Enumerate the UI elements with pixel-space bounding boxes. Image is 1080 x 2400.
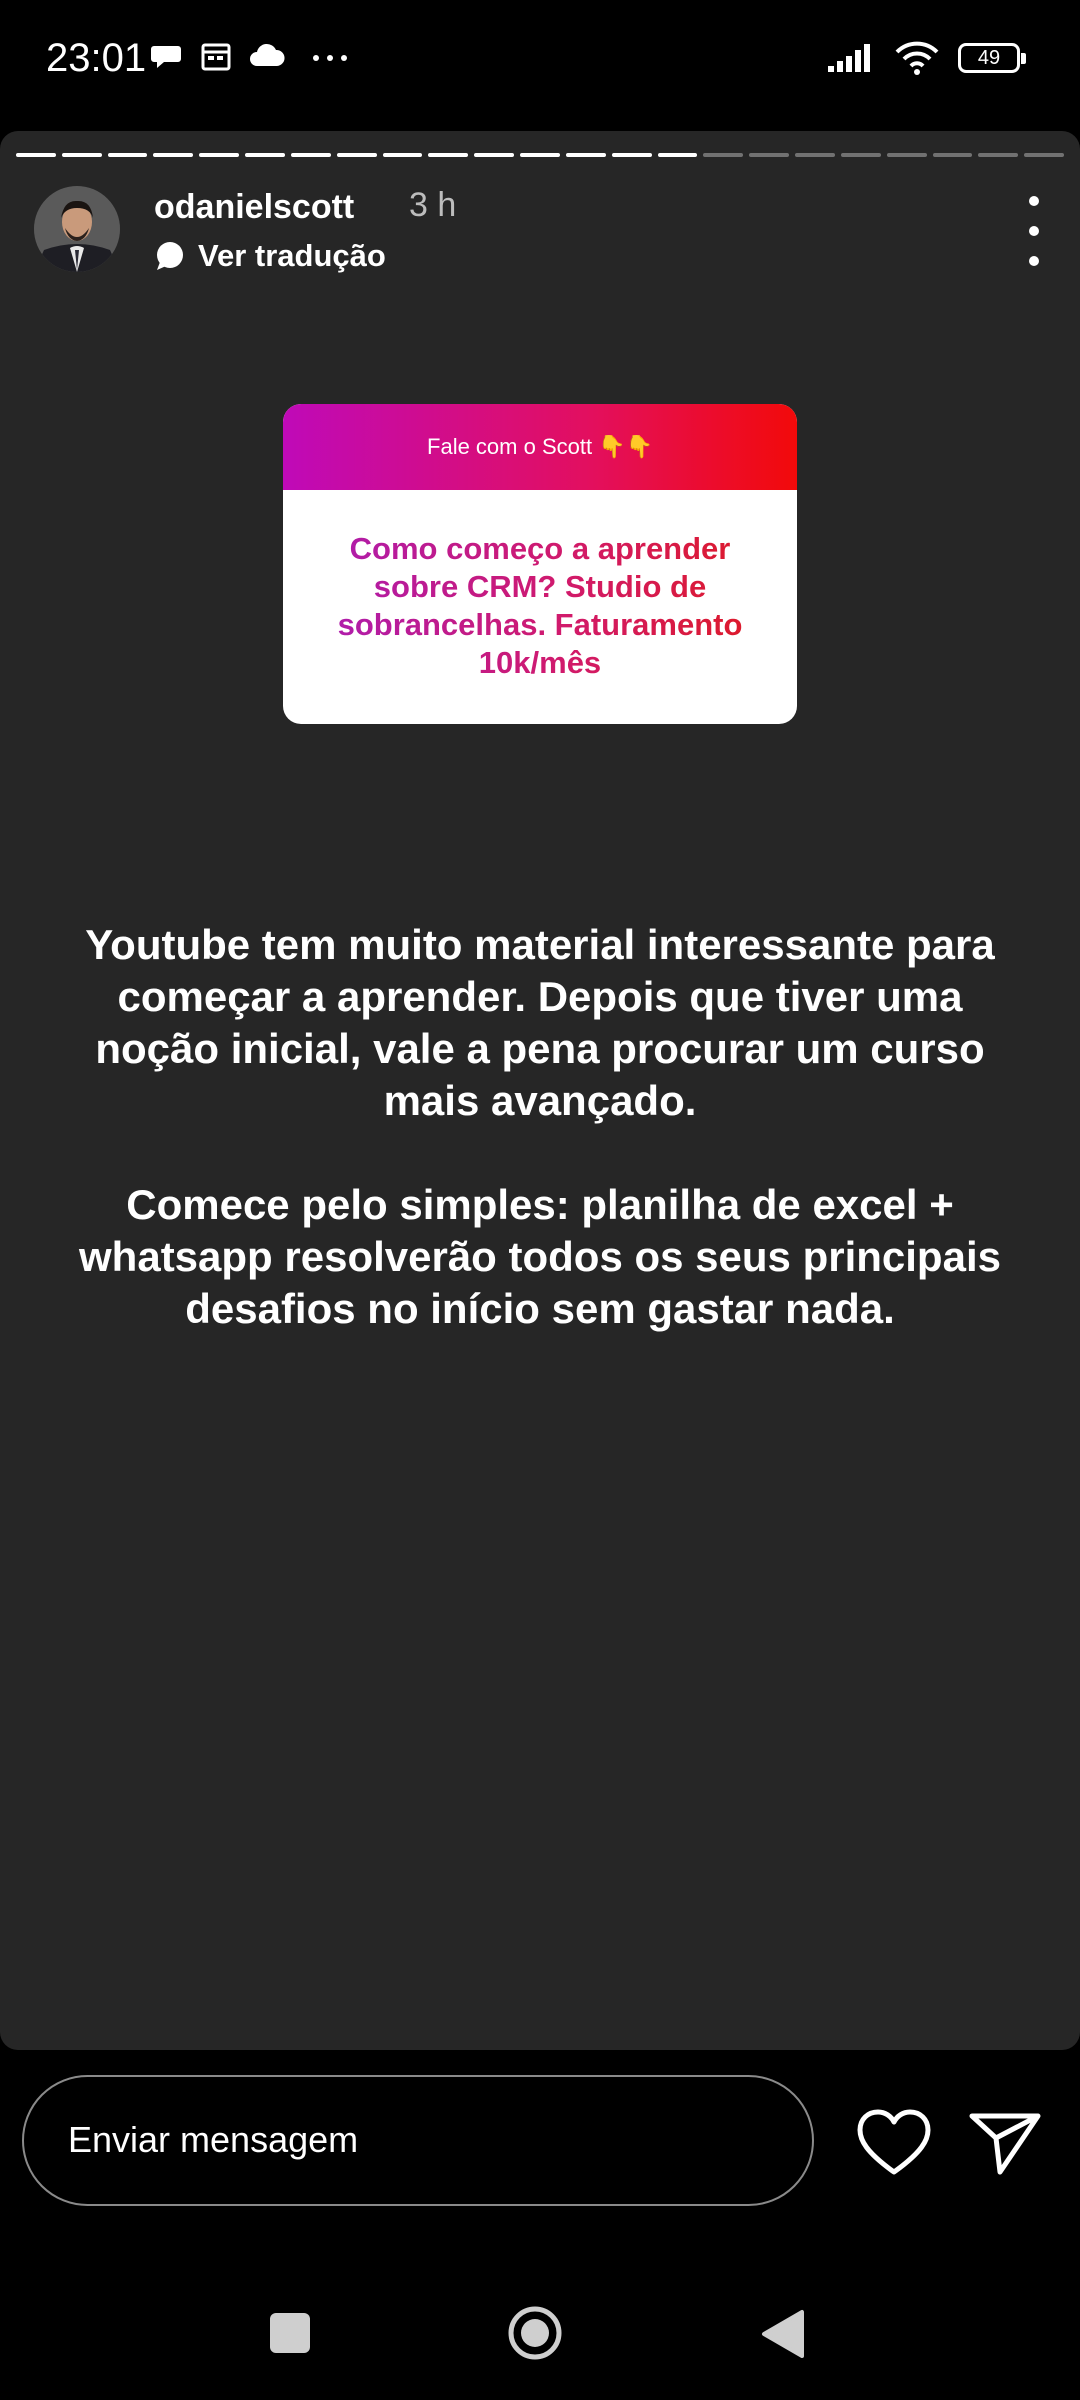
progress-segment bbox=[428, 153, 469, 157]
story-timestamp: 3 h bbox=[409, 186, 457, 224]
question-text: Como começo a aprender sobre CRM? Studio… bbox=[283, 490, 797, 682]
progress-segment bbox=[474, 153, 515, 157]
wifi-icon bbox=[895, 41, 939, 75]
send-icon[interactable] bbox=[968, 2108, 1042, 2178]
progress-segment bbox=[978, 153, 1019, 157]
progress-segment bbox=[107, 153, 148, 157]
progress-segment bbox=[16, 153, 56, 157]
progress-segment bbox=[657, 153, 698, 157]
username[interactable]: odanielscott bbox=[154, 188, 354, 227]
progress-segment bbox=[703, 153, 744, 157]
progress-segment bbox=[520, 153, 560, 157]
progress-segment bbox=[336, 153, 377, 157]
answer-paragraph-1: Youtube tem muito material interessante … bbox=[85, 921, 995, 1124]
progress-segment bbox=[611, 153, 652, 157]
question-sticker: Fale com o Scott 👇👇 Como começo a aprend… bbox=[283, 404, 797, 724]
translate-link[interactable]: Ver tradução bbox=[154, 238, 386, 274]
navigation-bar bbox=[0, 2265, 1080, 2400]
progress-segment bbox=[795, 153, 835, 157]
message-input[interactable]: Enviar mensagem bbox=[22, 2075, 814, 2206]
recents-icon[interactable] bbox=[270, 2313, 310, 2353]
progress-segment bbox=[749, 153, 790, 157]
translate-bubble-icon bbox=[157, 242, 183, 270]
avatar[interactable] bbox=[34, 186, 120, 272]
battery-icon: 49 bbox=[958, 43, 1026, 73]
more-vertical-icon bbox=[1029, 196, 1039, 206]
translate-label: Ver tradução bbox=[198, 238, 386, 273]
story-progress-bar bbox=[16, 153, 1065, 158]
status-time: 23:01 bbox=[46, 36, 147, 80]
more-dots-icon bbox=[313, 55, 347, 61]
status-bar: 23:01 49 bbox=[0, 0, 1080, 125]
progress-segment bbox=[61, 153, 102, 157]
progress-segment bbox=[840, 153, 881, 157]
progress-segment bbox=[1024, 153, 1065, 157]
cloud-icon bbox=[250, 43, 285, 66]
answer-paragraph-2: Comece pelo simples: planilha de excel +… bbox=[79, 1181, 1001, 1332]
chat-bubble-icon bbox=[151, 46, 181, 68]
more-options-button[interactable] bbox=[1014, 196, 1054, 266]
message-placeholder: Enviar mensagem bbox=[68, 2119, 359, 2160]
progress-segment bbox=[245, 153, 285, 157]
signal-icon bbox=[828, 44, 870, 72]
back-icon[interactable] bbox=[760, 2309, 804, 2359]
profile-photo bbox=[34, 186, 120, 272]
progress-segment bbox=[886, 153, 927, 157]
heart-icon[interactable] bbox=[856, 2108, 932, 2178]
progress-segment bbox=[199, 153, 240, 157]
progress-segment bbox=[153, 153, 194, 157]
story-viewer[interactable]: odanielscott 3 h Ver tradução Fale com o… bbox=[0, 131, 1080, 2050]
home-icon[interactable] bbox=[508, 2306, 562, 2360]
calendar-icon bbox=[201, 43, 231, 71]
progress-segment bbox=[382, 153, 423, 157]
story-header: odanielscott 3 h Ver tradução bbox=[0, 186, 1080, 296]
question-sticker-header: Fale com o Scott 👇👇 bbox=[283, 404, 797, 490]
progress-segment bbox=[290, 153, 331, 157]
progress-segment bbox=[565, 153, 606, 157]
battery-level: 49 bbox=[977, 46, 1001, 69]
progress-segment bbox=[932, 153, 973, 157]
